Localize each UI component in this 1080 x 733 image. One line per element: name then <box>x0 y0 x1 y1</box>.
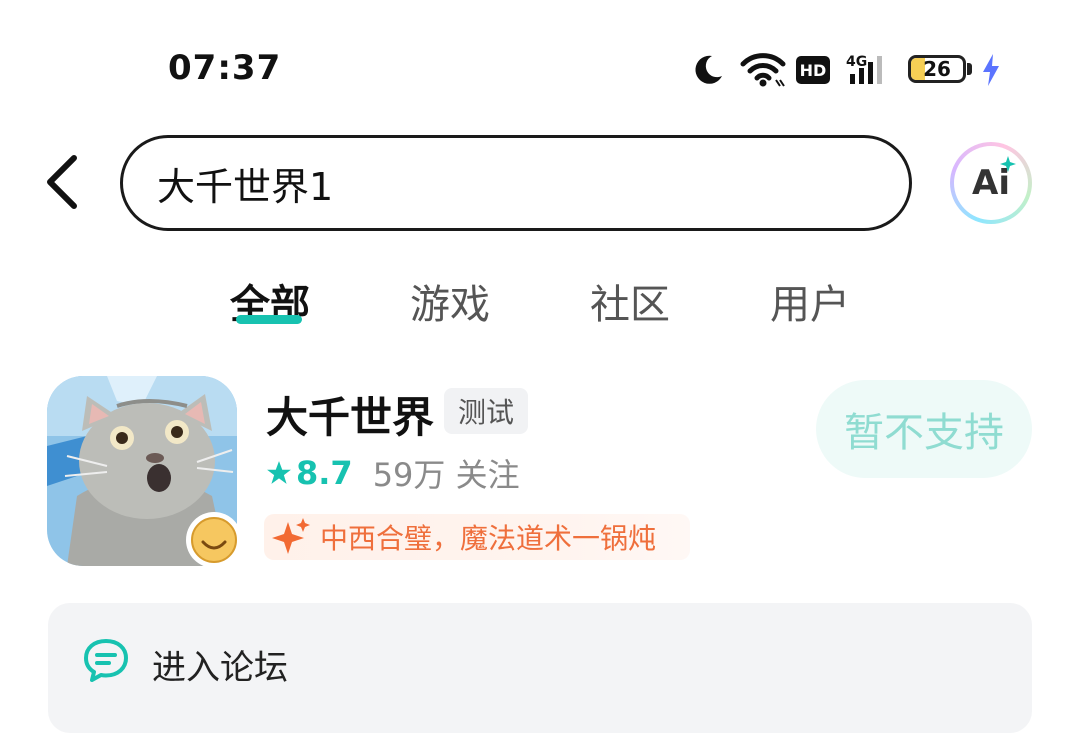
hd-icon: HD <box>796 50 830 90</box>
game-title[interactable]: 大千世界 <box>266 384 434 445</box>
ai-button-inner: Ai <box>954 146 1028 220</box>
star-icon <box>267 461 291 484</box>
tab-active-indicator <box>236 315 302 324</box>
sparkle-icon <box>272 518 310 554</box>
forum-chat-icon <box>82 636 130 684</box>
ai-assistant-button[interactable]: Ai <box>950 142 1032 224</box>
smiley-icon <box>191 517 237 563</box>
battery-tip <box>967 63 972 75</box>
battery-icon: 26 <box>908 55 966 83</box>
search-query: 大千世界1 <box>157 164 334 209</box>
wifi-icon <box>740 50 786 90</box>
forum-label: 进入论坛 <box>152 648 288 688</box>
tab-users[interactable]: 用户 <box>770 272 850 330</box>
charging-bolt-icon <box>980 50 1002 90</box>
unsupported-button[interactable]: 暂不支持 <box>816 380 1032 478</box>
back-arrow-icon[interactable] <box>40 152 84 212</box>
sparkle-icon <box>1000 156 1016 172</box>
test-tag: 测试 <box>444 388 529 434</box>
status-time: 07:37 <box>168 48 282 88</box>
tab-games[interactable]: 游戏 <box>410 272 490 330</box>
developer-avatar <box>186 512 242 568</box>
rating-row: 8.7 59万 关注 <box>266 450 520 496</box>
hd-label: HD <box>800 61 827 80</box>
search-input[interactable]: 大千世界1 <box>120 135 912 231</box>
tab-community[interactable]: 社区 <box>590 272 670 330</box>
promo-banner: 中西合璧，魔法道术一锅炖 <box>264 514 690 560</box>
moon-icon <box>690 50 726 90</box>
rating-value: 8.7 <box>296 454 353 492</box>
follower-count: 59万 关注 <box>372 456 520 494</box>
signal-4g-icon: 4G <box>844 50 894 90</box>
battery-level: 26 <box>923 57 951 81</box>
promo-text: 中西合璧，魔法道术一锅炖 <box>320 522 657 555</box>
network-label: 4G <box>846 54 867 70</box>
